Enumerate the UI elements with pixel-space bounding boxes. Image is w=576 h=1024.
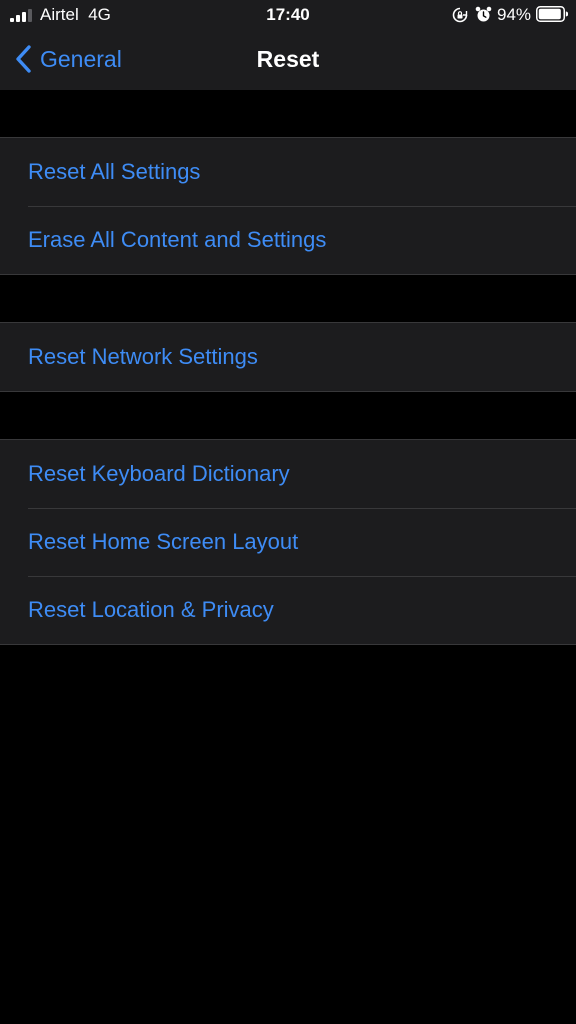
reset-location-privacy-button[interactable]: Reset Location & Privacy	[0, 576, 576, 644]
navigation-bar: Airtel 4G 17:40 94% General Reset	[0, 0, 576, 90]
alarm-icon	[475, 6, 492, 22]
reset-keyboard-dictionary-button[interactable]: Reset Keyboard Dictionary	[0, 440, 576, 508]
row-label: Reset Location & Privacy	[28, 597, 274, 622]
settings-group-reset-all: Reset All Settings Erase All Content and…	[0, 137, 576, 275]
row-label: Erase All Content and Settings	[28, 227, 327, 252]
erase-all-content-button[interactable]: Erase All Content and Settings	[0, 206, 576, 274]
settings-group-misc: Reset Keyboard Dictionary Reset Home Scr…	[0, 439, 576, 645]
page-title: Reset	[256, 46, 320, 72]
status-bar: Airtel 4G 17:40 94%	[0, 0, 576, 30]
row-label: Reset Keyboard Dictionary	[28, 461, 290, 486]
row-label: Reset All Settings	[28, 159, 201, 184]
battery-percent: 94%	[497, 5, 532, 24]
reset-all-settings-button[interactable]: Reset All Settings	[0, 138, 576, 206]
reset-home-screen-layout-button[interactable]: Reset Home Screen Layout	[0, 508, 576, 576]
rotation-lock-icon	[452, 7, 468, 23]
row-label: Reset Network Settings	[28, 344, 258, 369]
battery-icon	[536, 6, 568, 22]
settings-group-network: Reset Network Settings	[0, 322, 576, 392]
reset-network-settings-button[interactable]: Reset Network Settings	[0, 323, 576, 391]
row-label: Reset Home Screen Layout	[28, 529, 299, 554]
